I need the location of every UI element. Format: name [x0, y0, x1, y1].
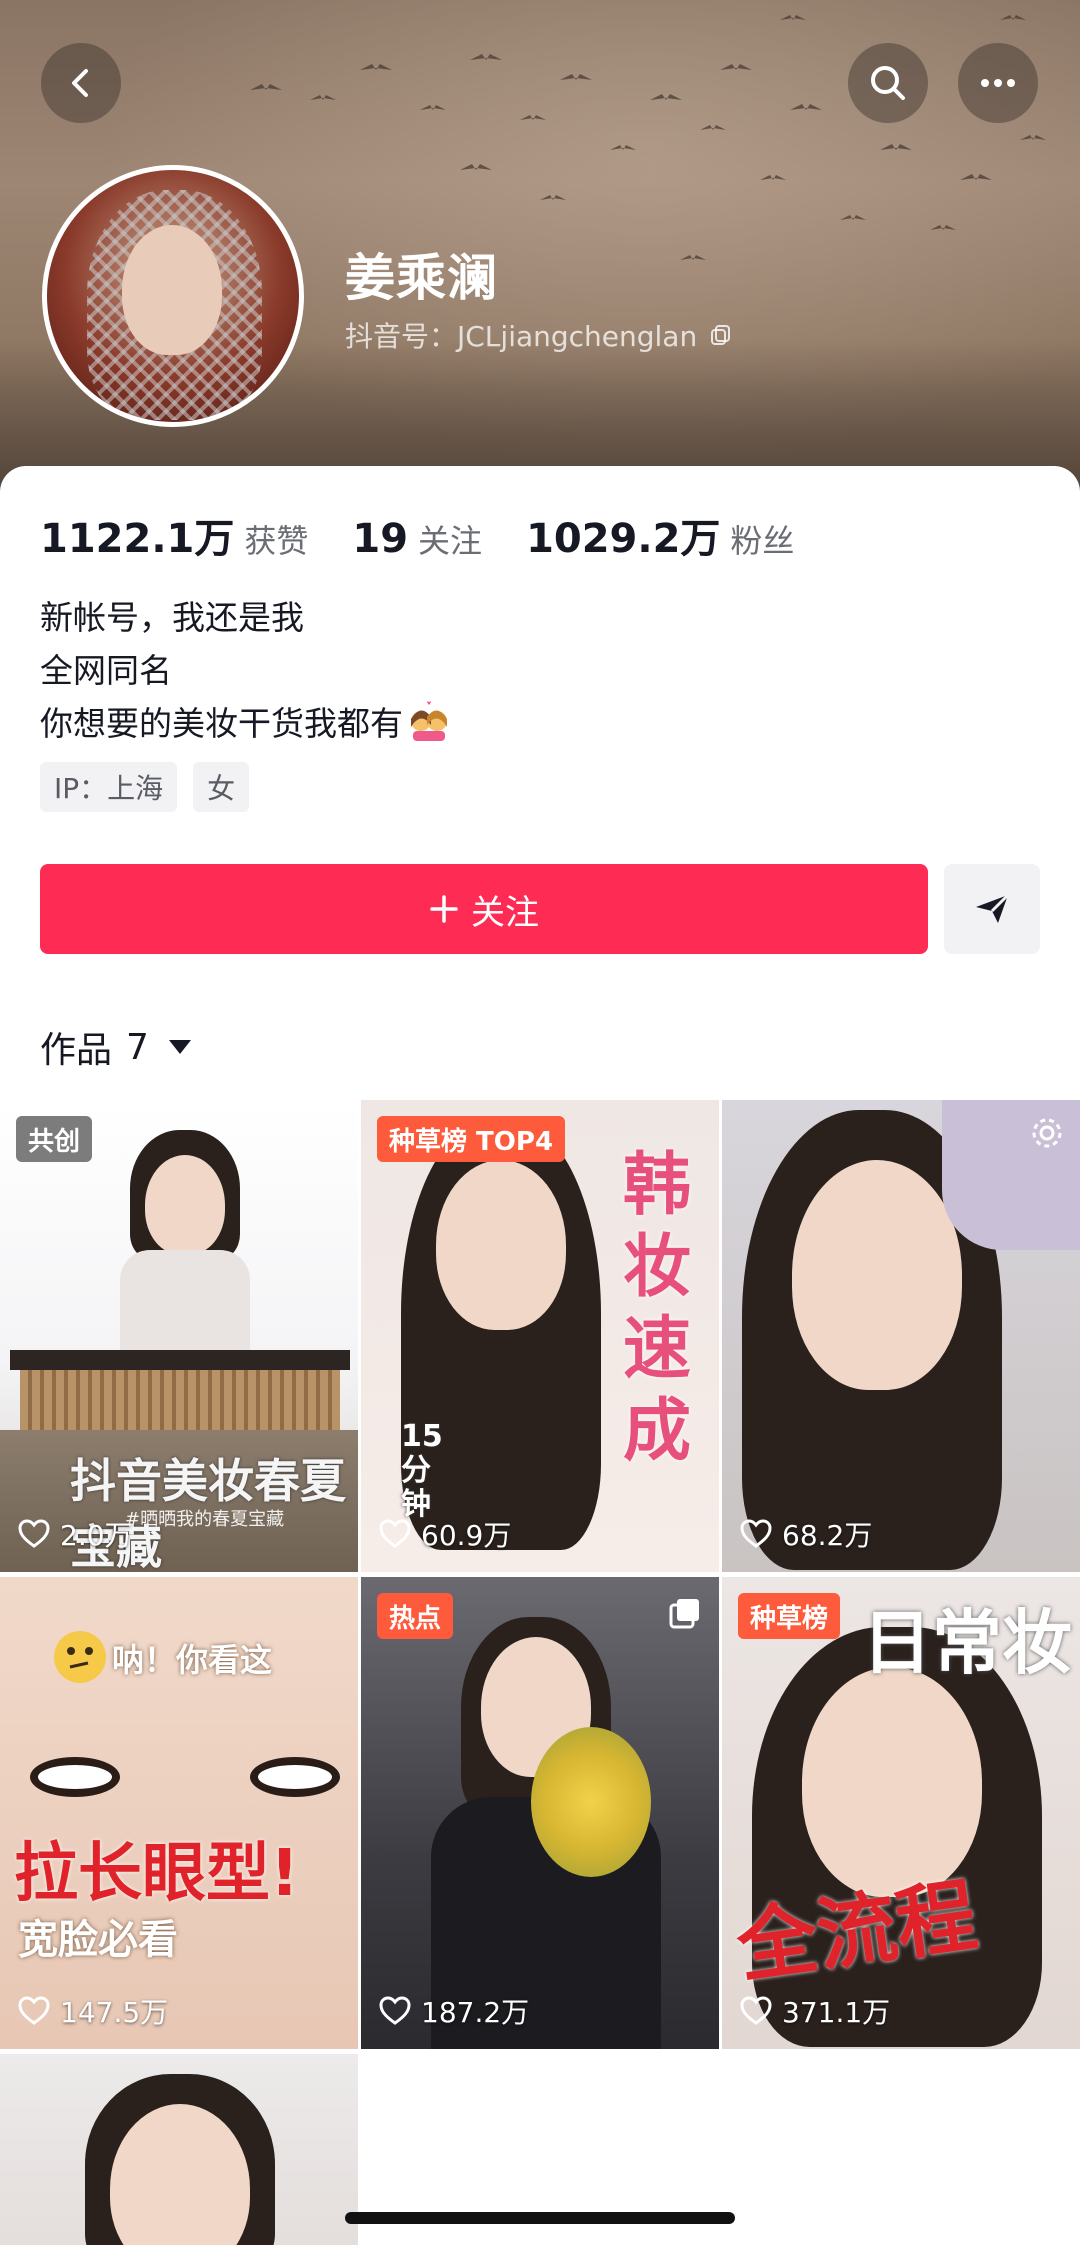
thumbnail-face — [792, 1160, 962, 1390]
works-tab-count: 7 — [126, 1026, 149, 1068]
video-thumbnail[interactable] — [0, 2054, 358, 2245]
video-thumbnail[interactable]: 韩妆速成 15分钟 种草榜 TOP4 60.9万 — [361, 1100, 719, 1572]
bio-line: 你想要的美妆干货我都有 — [40, 697, 451, 750]
caret-down-icon — [168, 1040, 191, 1054]
heart-outline-icon — [740, 1519, 772, 1548]
heart-outline-icon — [18, 1996, 50, 2025]
thumbnail-subcaption: 日常妆 — [862, 1602, 1072, 1684]
thumbnail-subcaption: #晒晒我的春夏宝藏 — [125, 1509, 285, 1530]
video-likes-count: 68.2万 — [782, 1519, 873, 1552]
profile-bio: 新帐号，我还是我 全网同名 你想要的美妆干货我都有 — [40, 591, 451, 750]
search-button[interactable] — [848, 43, 928, 123]
video-thumbnail[interactable]: 日常妆 全流程 种草榜 371.1万 — [722, 1577, 1080, 2049]
stat-followers-value: 1029.2万 — [526, 516, 721, 562]
more-horizontal-icon — [981, 79, 1015, 87]
multi-image-icon — [669, 1599, 699, 1629]
thumbnail-caption: 拉长眼型! — [14, 1837, 300, 1911]
video-badge: 种草榜 — [738, 1593, 841, 1639]
heart-outline-icon — [740, 1996, 772, 2025]
heart-outline-icon — [379, 1519, 411, 1548]
video-likes-count: 60.9万 — [421, 1519, 512, 1552]
chevron-left-icon — [72, 69, 88, 97]
video-likes-count: 2.0万 — [60, 1519, 133, 1552]
gender-tag: 女 — [193, 762, 250, 812]
stat-likes-value: 1122.1万 — [40, 516, 235, 562]
video-likes-count: 371.1万 — [782, 1996, 891, 2029]
douyin-id-text: 抖音号：JCLjiangchenglan — [345, 320, 698, 353]
video-likes: 147.5万 — [18, 1991, 168, 2031]
follow-button-label: 关注 — [471, 892, 539, 933]
video-likes-count: 187.2万 — [421, 1996, 530, 2029]
stat-likes[interactable]: 1122.1万 获赞 — [40, 506, 308, 564]
profile-nickname: 姜乘澜 — [345, 249, 498, 307]
copy-icon[interactable] — [709, 323, 733, 347]
send-icon — [976, 893, 1010, 923]
thumbnail-top-text: 呐！你看这 — [112, 1641, 273, 1679]
heart-outline-icon — [379, 1996, 411, 2025]
plus-icon — [430, 895, 458, 923]
avatar[interactable] — [42, 165, 304, 427]
send-message-button[interactable] — [944, 864, 1040, 954]
video-badge: 种草榜 TOP4 — [377, 1116, 566, 1162]
thumbnail-dress — [120, 1250, 250, 1360]
video-thumbnail[interactable]: 热点 187.2万 — [361, 1577, 719, 2049]
video-badge: 热点 — [377, 1593, 454, 1639]
douyin-id-row[interactable]: 抖音号：JCLjiangchenglan — [345, 315, 733, 355]
works-tab-label: 作品 — [40, 1030, 113, 1071]
bio-line: 新帐号，我还是我 — [40, 598, 304, 637]
home-indicator[interactable] — [345, 2212, 735, 2224]
thinking-face-emoji-icon — [54, 1631, 106, 1683]
stat-following[interactable]: 19 关注 — [352, 516, 482, 562]
video-badge: 共创 — [16, 1116, 93, 1162]
thumbnail-face — [145, 1155, 225, 1255]
video-likes: 371.1万 — [740, 1991, 890, 2031]
profile-banner: 姜乘澜 抖音号：JCLjiangchenglan — [0, 0, 1080, 520]
thumbnail-caption: 韩妆速成 — [623, 1146, 692, 1471]
video-thumbnail[interactable]: 呐！你看这 拉长眼型! 宽脸必看 147.5万 — [0, 1577, 358, 2049]
search-icon — [871, 66, 905, 100]
couple-kiss-emoji-icon — [411, 701, 447, 741]
more-options-button[interactable] — [958, 43, 1038, 123]
bio-line: 全网同名 — [40, 651, 172, 690]
thumbnail-subcaption: 15分钟 — [401, 1419, 443, 1522]
thumbnail-table-drawers — [20, 1370, 340, 1430]
stat-followers-label: 粉丝 — [730, 522, 795, 560]
video-thumbnail[interactable]: 抖音美妆春夏宝藏 #晒晒我的春夏宝藏 共创 2.0万 — [0, 1100, 358, 1572]
profile-stats: 1122.1万 获赞 19 关注 1029.2万 粉丝 — [40, 506, 838, 564]
heart-outline-icon — [18, 1519, 50, 1548]
stat-following-label: 关注 — [418, 522, 483, 560]
thumbnail-table-top — [10, 1350, 350, 1370]
stat-followers[interactable]: 1029.2万 粉丝 — [526, 506, 794, 564]
video-likes: 68.2万 — [740, 1514, 872, 1554]
works-tab[interactable]: 作品 7 — [40, 1021, 191, 1073]
avatar-face — [122, 225, 222, 355]
video-likes: 187.2万 — [379, 1991, 529, 2031]
thumbnail-subcaption: 宽脸必看 — [18, 1917, 178, 1963]
video-likes: 60.9万 — [379, 1514, 511, 1554]
video-thumbnail[interactable]: 68.2万 — [722, 1100, 1080, 1572]
thumbnail-face — [436, 1160, 566, 1330]
thumbnail-eye-left — [30, 1757, 120, 1797]
video-likes: 2.0万 — [18, 1514, 133, 1554]
settings-icon — [1032, 1118, 1062, 1148]
thumbnail-eye-right — [250, 1757, 340, 1797]
follow-button[interactable]: 关注 — [40, 864, 928, 954]
stat-following-value: 19 — [352, 516, 409, 562]
back-button[interactable] — [41, 43, 121, 123]
profile-tags: IP：上海 女 — [40, 762, 250, 812]
thumbnail-durian — [531, 1727, 651, 1877]
video-likes-count: 147.5万 — [60, 1996, 169, 2029]
stat-likes-label: 获赞 — [244, 522, 309, 560]
profile-info-sheet: 1122.1万 获赞 19 关注 1029.2万 粉丝 新帐号，我还是我 全网同… — [0, 466, 1080, 1106]
bio-line-text: 你想要的美妆干货我都有 — [40, 704, 403, 743]
ip-location-tag: IP：上海 — [40, 762, 178, 812]
